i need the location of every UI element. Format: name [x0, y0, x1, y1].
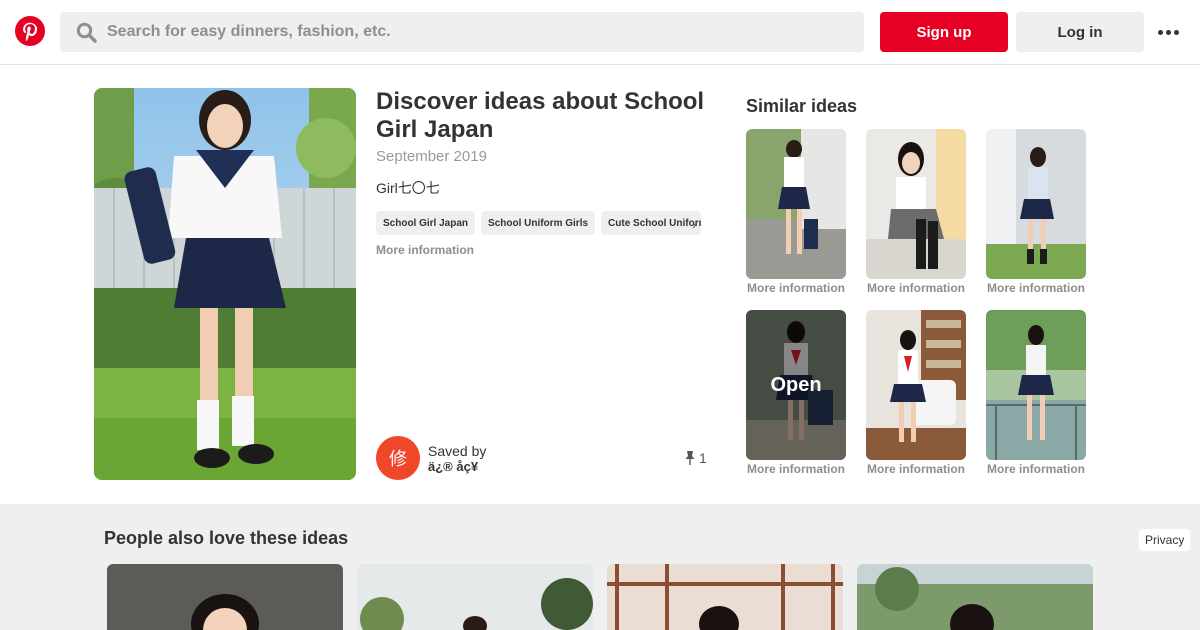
similar-idea-caption[interactable]: More information	[746, 462, 846, 476]
similar-ideas-heading: Similar ideas	[746, 96, 858, 116]
top-header: Sign up Log in	[0, 0, 1200, 65]
similar-idea-card[interactable]: More information	[866, 129, 966, 295]
similar-idea-image[interactable]	[986, 129, 1086, 279]
avatar[interactable]: 修	[376, 436, 420, 480]
similar-idea-card[interactable]: More information	[986, 129, 1086, 295]
similar-idea-card[interactable]: More information	[866, 310, 966, 476]
similar-idea-image[interactable]	[866, 129, 966, 279]
tag-chip[interactable]: Cute School Uniform	[601, 211, 702, 235]
pin-description: Girl七〇七	[376, 180, 440, 196]
similar-idea-card[interactable]: More information	[746, 129, 846, 295]
similar-idea-image[interactable]: Open	[746, 310, 846, 460]
tag-chip[interactable]: School Girl Japan	[376, 211, 476, 235]
pin-count: 1	[684, 450, 707, 466]
love-idea-card[interactable]	[607, 564, 843, 630]
login-button[interactable]: Log in	[1016, 12, 1144, 52]
pinterest-logo-icon[interactable]	[15, 16, 45, 46]
similar-idea-card[interactable]: More information	[986, 310, 1086, 476]
tag-chip[interactable]: School Uniform Girls	[481, 211, 596, 235]
love-idea-card[interactable]	[107, 564, 343, 630]
tag-list: School Girl Japan School Uniform Girls C…	[376, 211, 706, 235]
pushpin-icon	[685, 451, 695, 465]
more-information-link[interactable]: More information	[376, 243, 474, 257]
love-idea-card[interactable]	[357, 564, 593, 630]
similar-idea-caption[interactable]: More information	[866, 462, 966, 476]
similar-idea-caption[interactable]: More information	[746, 281, 846, 295]
pin-title: Discover ideas about School Girl Japan	[376, 88, 705, 143]
open-overlay[interactable]: Open	[746, 310, 846, 460]
similar-idea-image[interactable]	[866, 310, 966, 460]
privacy-button[interactable]: Privacy	[1139, 529, 1191, 551]
signup-button[interactable]: Sign up	[880, 12, 1008, 52]
similar-idea-card[interactable]: Open More information	[746, 310, 846, 476]
pin-date: September 2019	[376, 148, 487, 165]
love-idea-card[interactable]	[857, 564, 1093, 630]
similar-idea-caption[interactable]: More information	[986, 281, 1086, 295]
similar-idea-caption[interactable]: More information	[866, 281, 966, 295]
pin-count-value: 1	[699, 450, 707, 466]
pin-image[interactable]	[94, 88, 356, 480]
more-dots-icon[interactable]	[1157, 24, 1179, 40]
similar-idea-image[interactable]	[746, 129, 846, 279]
people-also-love-heading: People also love these ideas	[104, 528, 349, 548]
chevron-right-icon[interactable]: ›	[692, 217, 696, 232]
similar-idea-caption[interactable]: More information	[986, 462, 1086, 476]
saved-by-label: Saved by	[428, 443, 487, 459]
search-bar[interactable]	[60, 12, 864, 52]
search-input[interactable]	[107, 12, 847, 52]
search-icon	[76, 22, 97, 43]
saved-by-user[interactable]: ä¿® åç¥	[428, 459, 478, 474]
similar-idea-image[interactable]	[986, 310, 1086, 460]
